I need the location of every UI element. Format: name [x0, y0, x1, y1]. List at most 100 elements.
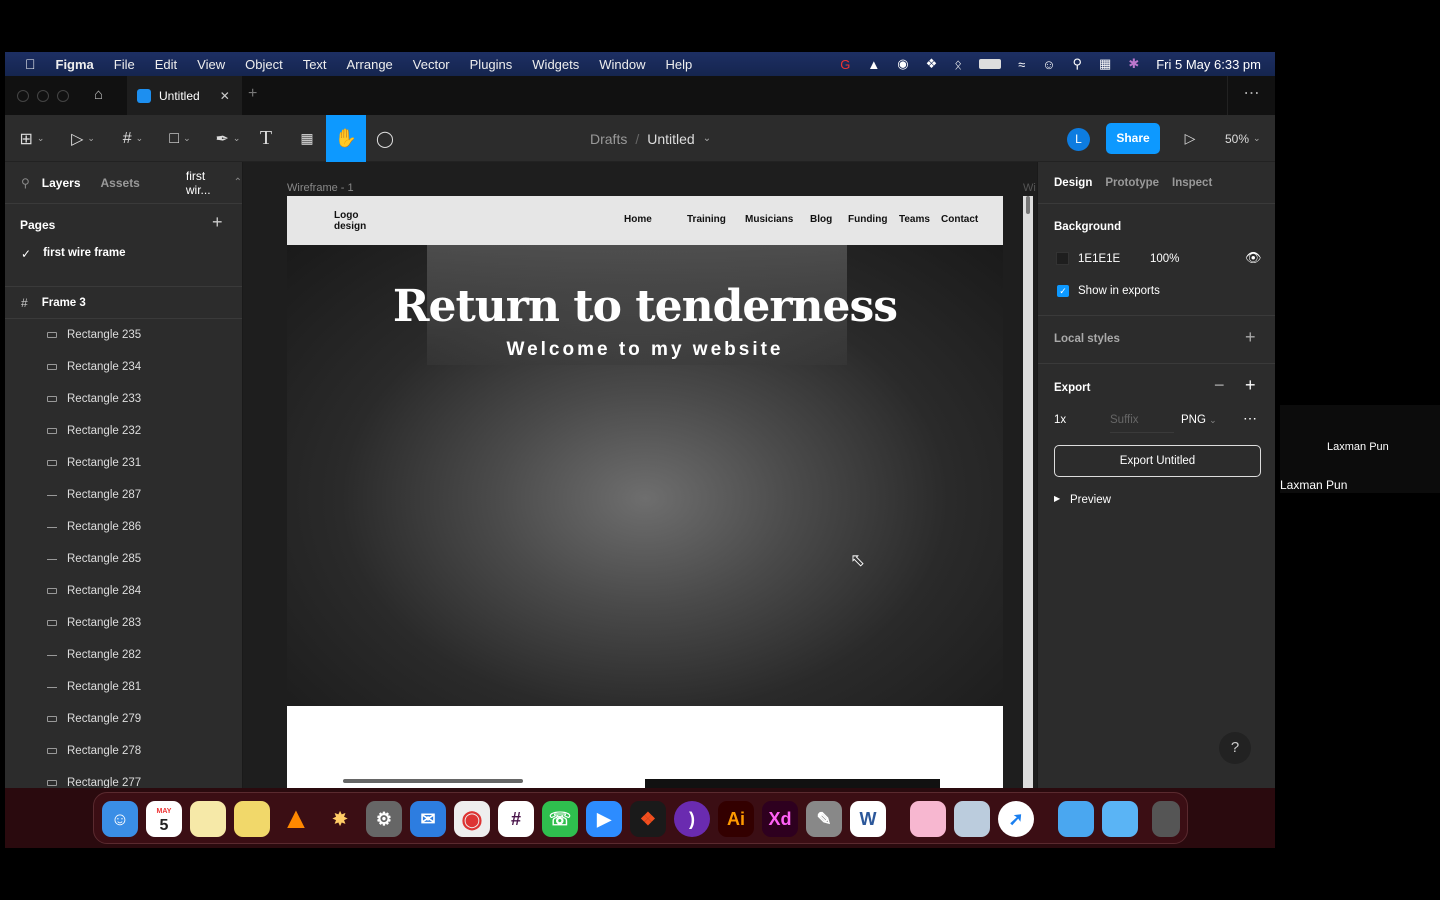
- battery-icon[interactable]: [979, 59, 1002, 69]
- tab-prototype[interactable]: Prototype: [1105, 177, 1159, 189]
- tab-assets[interactable]: Assets: [101, 176, 140, 190]
- text-tool-icon[interactable]: T: [255, 115, 277, 162]
- menu-edit[interactable]: Edit: [155, 57, 177, 72]
- layer-item[interactable]: Rectangle 277: [5, 767, 242, 788]
- add-export-icon[interactable]: +: [1245, 375, 1256, 396]
- remove-export-icon[interactable]: −: [1214, 375, 1225, 396]
- chrome-icon[interactable]: ◉: [454, 801, 490, 837]
- grammarly-icon[interactable]: G: [840, 57, 850, 72]
- layer-item[interactable]: Rectangle 281: [5, 671, 242, 703]
- illustrator-icon[interactable]: Ai: [718, 801, 754, 837]
- home-icon[interactable]: ⌂: [94, 86, 103, 103]
- maximize-window-button[interactable]: [57, 90, 69, 102]
- frame-label[interactable]: Wireframe - 1: [287, 182, 354, 194]
- new-tab-icon[interactable]: +: [248, 85, 257, 103]
- menu-arrange[interactable]: Arrange: [347, 57, 393, 72]
- creative-cloud-icon[interactable]: ◉: [897, 56, 908, 72]
- vertical-scrollbar[interactable]: [1026, 196, 1030, 214]
- menu-window[interactable]: Window: [599, 57, 645, 72]
- whatsapp-icon[interactable]: ☏: [542, 801, 578, 837]
- move-tool-icon[interactable]: ▷ ⌄: [65, 115, 101, 162]
- add-style-icon[interactable]: +: [1245, 327, 1256, 348]
- layer-item[interactable]: Rectangle 235: [5, 319, 242, 351]
- layer-item[interactable]: Rectangle 282: [5, 639, 242, 671]
- preview-app-icon[interactable]: [954, 801, 990, 837]
- clock[interactable]: Fri 5 May 6:33 pm: [1156, 57, 1261, 72]
- frame2-label[interactable]: Wi: [1023, 182, 1036, 194]
- format-select[interactable]: PNG ⌄: [1181, 414, 1217, 426]
- export-scale[interactable]: 1x: [1054, 414, 1066, 426]
- caret-right-icon[interactable]: ▶: [1054, 494, 1060, 503]
- nav-musicians[interactable]: Musicians: [745, 214, 810, 225]
- export-button[interactable]: Export Untitled: [1054, 445, 1261, 477]
- nav-funding[interactable]: Funding: [848, 214, 899, 225]
- tab-design[interactable]: Design: [1054, 177, 1092, 189]
- search-icon[interactable]: ⚲: [21, 176, 30, 190]
- wireframe-frame[interactable]: Logo design Home Training Musicians Blog …: [287, 196, 1003, 788]
- comment-tool-icon[interactable]: ◯: [373, 115, 397, 162]
- second-frame[interactable]: [1023, 196, 1033, 788]
- applications-folder-icon[interactable]: [1058, 801, 1094, 837]
- chevron-down-icon[interactable]: ⌄: [703, 133, 711, 144]
- trash-icon[interactable]: [1152, 801, 1180, 837]
- menu-widgets[interactable]: Widgets: [532, 57, 579, 72]
- close-tab-icon[interactable]: ✕: [220, 89, 230, 103]
- file-name[interactable]: Untitled: [647, 131, 694, 147]
- cleanmymac-icon[interactable]: [910, 801, 946, 837]
- bluetooth-icon[interactable]: ᛟ: [954, 57, 962, 72]
- photos-app-icon[interactable]: ✸: [322, 801, 358, 837]
- avatar[interactable]: L: [1067, 128, 1090, 151]
- bg-color-swatch[interactable]: [1056, 252, 1069, 265]
- zoom-icon[interactable]: ▶: [586, 801, 622, 837]
- eye-icon[interactable]: 👁: [1245, 250, 1262, 266]
- suffix-input[interactable]: Suffix: [1110, 414, 1174, 433]
- tab-untitled[interactable]: Untitled ✕: [127, 76, 242, 115]
- script-editor-icon[interactable]: ✎: [806, 801, 842, 837]
- nav-teams[interactable]: Teams: [899, 214, 941, 225]
- notes-icon[interactable]: [190, 801, 226, 837]
- nav-contact[interactable]: Contact: [941, 214, 978, 225]
- hand-tool-icon[interactable]: ✋: [326, 115, 366, 162]
- menu-plugins[interactable]: Plugins: [470, 57, 513, 72]
- figma-icon[interactable]: ❖: [630, 801, 666, 837]
- layer-item[interactable]: Rectangle 231: [5, 447, 242, 479]
- layer-item[interactable]: Rectangle 278: [5, 735, 242, 767]
- bg-hex[interactable]: 1E1E1E: [1078, 253, 1120, 265]
- preview-toggle[interactable]: Preview: [1070, 494, 1111, 506]
- system-preferences-icon[interactable]: ⚙: [366, 801, 402, 837]
- apple-icon[interactable]: : [25, 56, 36, 72]
- nav-blog[interactable]: Blog: [810, 214, 848, 225]
- close-window-button[interactable]: [17, 90, 29, 102]
- present-play-icon[interactable]: ▷: [1180, 115, 1200, 162]
- layer-item[interactable]: Rectangle 285: [5, 543, 242, 575]
- figma-menu-icon[interactable]: ❖: [926, 56, 938, 72]
- main-menu-icon[interactable]: ⊞ ⌄: [17, 115, 47, 162]
- horizontal-scrollbar[interactable]: [343, 779, 523, 783]
- menu-help[interactable]: Help: [666, 57, 693, 72]
- pen-tool-icon[interactable]: ✒ ⌄: [210, 115, 246, 162]
- rectangle-tool-icon[interactable]: □ ⌄: [162, 115, 198, 162]
- mail-icon[interactable]: ✉: [410, 801, 446, 837]
- share-button[interactable]: Share: [1106, 123, 1160, 154]
- menu-vector[interactable]: Vector: [413, 57, 450, 72]
- finder-icon[interactable]: ☺: [102, 801, 138, 837]
- vlc-icon[interactable]: ▲: [278, 801, 314, 837]
- layer-item[interactable]: Rectangle 232: [5, 415, 242, 447]
- menu-text[interactable]: Text: [303, 57, 327, 72]
- frame-layer[interactable]: # Frame 3: [5, 287, 242, 319]
- breadcrumb-drafts[interactable]: Drafts: [590, 131, 627, 147]
- chevron-up-icon[interactable]: ⌃: [234, 177, 242, 188]
- minimize-window-button[interactable]: [37, 90, 49, 102]
- frame-tool-icon[interactable]: # ⌄: [115, 115, 151, 162]
- bg-opacity[interactable]: 100%: [1150, 253, 1179, 265]
- export-settings-icon[interactable]: ⋯: [1243, 410, 1257, 427]
- control-center-icon[interactable]: ▦: [1099, 56, 1111, 72]
- help-button[interactable]: ?: [1219, 732, 1251, 764]
- layer-item[interactable]: Rectangle 284: [5, 575, 242, 607]
- calendar-icon[interactable]: MAY 5: [146, 801, 182, 837]
- resources-tool-icon[interactable]: ▦: [295, 115, 319, 162]
- canvas[interactable]: Wireframe - 1 Wi Logo design Home Trainin…: [243, 162, 1037, 788]
- downloads-folder-icon[interactable]: [1102, 801, 1138, 837]
- slack-icon[interactable]: #: [498, 801, 534, 837]
- layer-item[interactable]: Rectangle 286: [5, 511, 242, 543]
